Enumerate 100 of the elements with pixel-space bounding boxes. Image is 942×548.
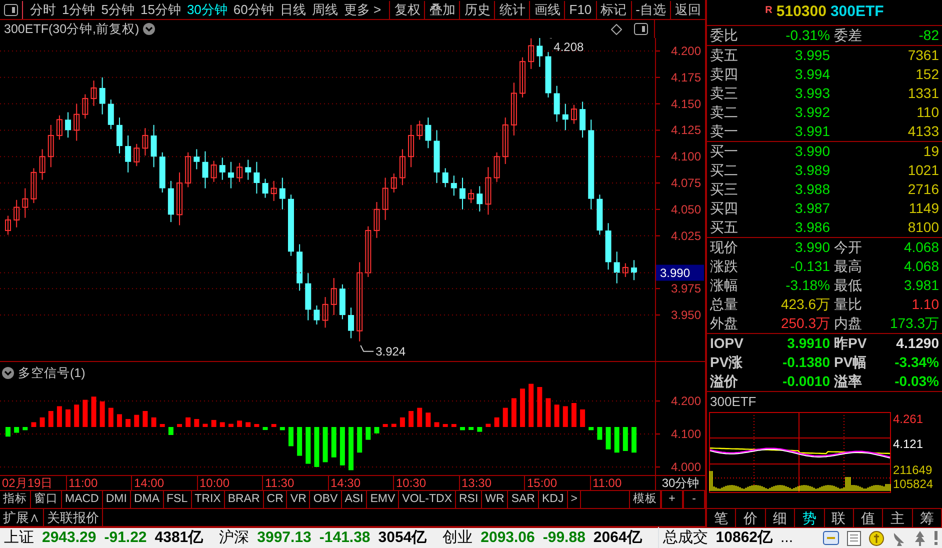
indicator-tab[interactable]: EMV: [367, 491, 400, 508]
quote-label: 最高: [834, 257, 863, 276]
satellite-dish-icon[interactable]: [892, 530, 906, 546]
period-tab[interactable]: 日线: [276, 0, 309, 18]
candlestick: [279, 177, 286, 210]
bid-price: 3.988: [794, 180, 830, 199]
period-tab[interactable]: 60分钟: [230, 0, 277, 18]
chevron-down-icon[interactable]: [143, 23, 156, 35]
toolbar-button[interactable]: 复权: [389, 0, 424, 18]
period-tab[interactable]: 5分钟: [98, 0, 138, 18]
indicator-tab[interactable]: WR: [482, 491, 508, 508]
toolbar-button[interactable]: 叠加: [424, 0, 460, 18]
price-axis-label: 4.050: [670, 202, 701, 216]
candlestick: [502, 117, 508, 164]
candlestick: [425, 117, 432, 149]
indicator-tab[interactable]: RSI: [456, 491, 482, 508]
indicator-axis-label: 4.000: [670, 460, 701, 474]
index-change: -141.38: [319, 528, 370, 548]
panel-toggle-icon[interactable]: [634, 23, 648, 35]
candlestick: [305, 272, 312, 321]
ask-price: 3.995: [794, 46, 830, 65]
quote-value: -3.18%: [784, 276, 830, 295]
diamond-icon[interactable]: [611, 24, 622, 34]
period-tab[interactable]: 分时: [27, 0, 59, 18]
histogram-bar: [40, 417, 45, 427]
indicator-tab[interactable]: VOL-TDX: [399, 491, 456, 508]
histogram-bar: [280, 427, 285, 430]
histogram-bar: [374, 427, 380, 434]
histogram-bar: [537, 387, 542, 427]
indicator-tab[interactable]: TRIX: [192, 491, 225, 508]
index-name: 创业: [442, 528, 473, 548]
toolbar-button[interactable]: -自选: [630, 0, 670, 18]
indicator-tab[interactable]: MACD: [62, 491, 103, 508]
indicator-tab[interactable]: KDJ: [539, 491, 568, 508]
candlestick: [116, 117, 122, 154]
quote-label: 量比: [834, 295, 863, 314]
candlestick: [365, 226, 372, 278]
exclamation-icon[interactable]: [934, 531, 938, 545]
price-axis-label: 4.150: [670, 96, 701, 111]
list-icon[interactable]: [847, 530, 861, 546]
histogram-bar: [442, 424, 448, 427]
indicator-tab[interactable]: 指标: [0, 491, 31, 508]
extension-tab[interactable]: 扩展∧: [0, 509, 44, 526]
quote-label: 涨跌: [710, 257, 739, 276]
indicator-tab[interactable]: DMA: [130, 491, 164, 508]
turnover-amount: 3054亿: [378, 528, 427, 548]
toolbar-button[interactable]: 统计: [494, 0, 530, 18]
period-tab[interactable]: 更多 >: [340, 0, 384, 18]
coin-icon[interactable]: [869, 530, 884, 546]
template-button[interactable]: 模板: [629, 491, 661, 508]
index-change: -91.22: [104, 528, 147, 548]
histogram-bar: [271, 424, 276, 427]
period-tab[interactable]: 1分钟: [59, 0, 98, 18]
histogram-bar: [597, 427, 602, 440]
index-value: 3997.13: [257, 528, 312, 548]
toolbar-button[interactable]: 返回: [670, 0, 705, 18]
histogram-bar: [408, 411, 414, 427]
quote-value: -0.131: [789, 257, 830, 276]
indicator-tab[interactable]: FSL: [164, 491, 192, 508]
template-button[interactable]: +: [661, 491, 683, 508]
price-axis-label: 3.950: [670, 308, 701, 322]
extension-tab[interactable]: 关联报价: [44, 509, 103, 526]
quote-value: -0.0010: [782, 372, 830, 391]
indicator-tab[interactable]: VR: [287, 491, 310, 508]
chevron-down-icon[interactable]: [2, 367, 14, 380]
toolbar-button[interactable]: 历史: [459, 0, 494, 18]
indicator-tab[interactable]: >: [568, 491, 582, 508]
period-tab[interactable]: 15分钟: [137, 0, 184, 18]
indicator-tab[interactable]: CR: [264, 491, 288, 508]
ellipsis-text: ...: [780, 528, 794, 548]
histogram-bar: [382, 424, 388, 427]
candlestick: [219, 157, 226, 180]
toolbar-button[interactable]: 标记: [596, 0, 631, 18]
tree-icon[interactable]: [914, 530, 926, 546]
candlestick: [382, 177, 388, 220]
candlestick: [580, 101, 586, 138]
toolbar-button[interactable]: 画线: [529, 0, 564, 18]
candlestick: [460, 177, 466, 210]
indicator-tab[interactable]: OBV: [310, 491, 342, 508]
indicator-tab[interactable]: 窗口: [31, 491, 62, 508]
histogram-bar: [237, 420, 242, 427]
histogram-bar: [391, 424, 396, 427]
ask-price: 3.991: [794, 122, 830, 141]
period-tab[interactable]: 周线: [308, 0, 341, 18]
toolbar-button[interactable]: F10: [564, 0, 596, 18]
template-button[interactable]: -: [683, 491, 705, 508]
indicator-tab[interactable]: SAR: [508, 491, 539, 508]
bid-volume: 1021: [906, 161, 939, 180]
candlestick: [125, 134, 132, 173]
indicator-tab[interactable]: BRAR: [224, 491, 264, 508]
period-tab[interactable]: 30分钟: [184, 0, 230, 18]
bid-price: 3.989: [794, 161, 830, 180]
indicator-tab[interactable]: ASI: [342, 491, 368, 508]
histogram-bar: [228, 424, 234, 427]
window-icon[interactable]: [823, 531, 839, 545]
candlestick: [562, 103, 568, 131]
price-axis-label: 4.100: [670, 150, 701, 164]
panel-toggle-icon[interactable]: [4, 4, 18, 16]
bid-price: 3.987: [794, 199, 830, 218]
indicator-tab[interactable]: DMI: [102, 491, 131, 508]
